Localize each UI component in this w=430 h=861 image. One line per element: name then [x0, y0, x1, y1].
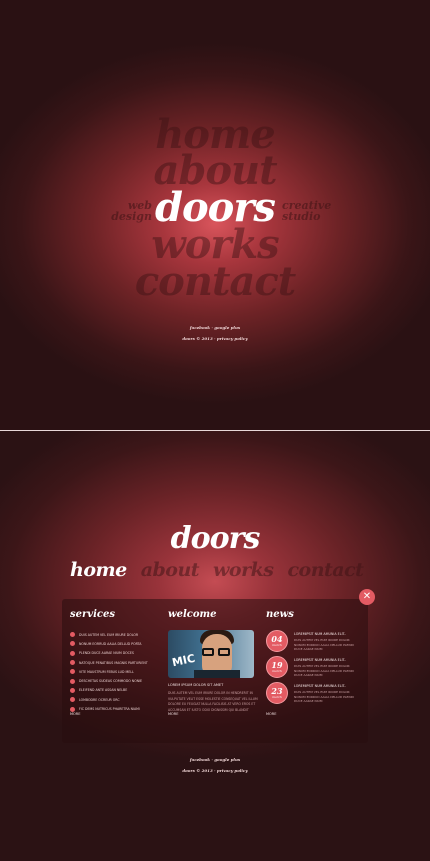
photo-caption: MIC [170, 651, 197, 670]
service-label: FIC DEMS NUTRICUS PHARETRA NIAMI [79, 707, 140, 712]
news-more-link[interactable]: MORE [266, 712, 276, 716]
date-badge: 19 march [266, 656, 288, 678]
service-item[interactable]: PLENDI DUCE AARAE NIUM DOCES [70, 649, 162, 658]
service-label: LOMBODRE OCREUR ORC [79, 697, 120, 702]
news-body: DUIS AUTEM VEL EUM IRIURE DOLOR NONUM EO… [294, 664, 354, 677]
welcome-photo[interactable]: MIC [168, 630, 254, 678]
nav-home[interactable]: home [70, 559, 127, 581]
service-item[interactable]: FIC DEMS NUTRICUS PHARETRA NIAMI [70, 704, 162, 713]
news-item[interactable]: 04 march LOREMIPSIT NUM AMUNIA ELIT.. DU… [266, 630, 362, 654]
bullet-icon [70, 687, 75, 693]
bottom-screen: doors home about works contact services … [0, 431, 430, 861]
news-text: LOREMIPSIT NUM AMUNIA ELIT.. DUIS AUTEM … [294, 630, 362, 654]
welcome-text: DUIS AUTEM VEL EUM IRIURE DOLOR IN HENDR… [168, 691, 258, 712]
service-item[interactable]: LOMBODRE OCREUR ORC [70, 695, 162, 704]
glasses-icon [202, 648, 214, 656]
service-label: ELEIFEND ANTE ASSAN NELBE [79, 688, 128, 693]
date-month: march [272, 669, 282, 673]
welcome-more-link[interactable]: MORE [168, 712, 178, 716]
nav-contact[interactable]: contact [287, 559, 364, 581]
bullet-icon [70, 697, 75, 703]
service-item[interactable]: VITE MAUSTRUM FEBUS LUD MELL [70, 667, 162, 676]
service-item[interactable]: ELEIFEND ANTE ASSAN NELBE [70, 686, 162, 695]
social-links-bottom[interactable]: facebook · google plus [0, 757, 430, 762]
services-list: DUIS AUTEM VEL EUM IRIURE DOLOR NONUM EO… [70, 630, 162, 714]
services-title: services [70, 609, 115, 620]
news-column: news 04 march LOREMIPSIT NUM AMUNIA ELIT… [266, 609, 362, 708]
bullet-icon [70, 641, 75, 647]
news-item[interactable]: 23 march LOREMIPSIT NUM AMUNIA ELIT.. DU… [266, 682, 362, 706]
news-headline: LOREMIPSIT NUM AMUNIA ELIT.. [294, 684, 347, 688]
nav-works[interactable]: works [213, 559, 274, 581]
news-item[interactable]: 19 march LOREMIPSIT NUM AMUNIA ELIT.. DU… [266, 656, 362, 680]
main-nav: home about works contact [70, 559, 364, 581]
side-caption-design: design [111, 210, 152, 223]
top-screen: home about doors works contact web desig… [0, 0, 430, 430]
bullet-icon [70, 660, 75, 666]
service-label: VITE MAUSTRUM FEBUS LUD MELL [79, 669, 134, 674]
side-caption-left: web design [108, 200, 152, 222]
service-item[interactable]: DUIS AUTEM VEL EUM IRIURE DOLOR [70, 630, 162, 639]
welcome-heading: LOREM IPSUM DOLOR SIT AMET [168, 683, 224, 687]
nav-about[interactable]: about [141, 559, 200, 581]
date-day: 19 [271, 660, 283, 670]
photo-shirt [194, 670, 240, 678]
date-month: march [272, 643, 282, 647]
service-label: DESCHETAS SUDEAS COMMODO NONIE [79, 679, 143, 684]
date-day: 23 [271, 686, 283, 696]
news-text: LOREMIPSIT NUM AMUNIA ELIT.. DUIS AUTEM … [294, 682, 362, 706]
bullet-icon [70, 706, 75, 712]
welcome-title: welcome [168, 609, 217, 620]
home-content-box: services DUIS AUTEM VEL EUM IRIURE DOLOR… [62, 599, 368, 743]
side-caption-right: creative studio [282, 200, 342, 222]
date-month: march [272, 695, 282, 699]
news-body: DUIS AUTEM VEL EUM IRIURE DOLOR NONUM EO… [294, 638, 354, 651]
news-body: DUIS AUTEM VEL EUM IRIURE DOLOR NONUM EO… [294, 690, 354, 703]
bullet-icon [70, 632, 75, 638]
news-text: LOREMIPSIT NUM AMUNIA ELIT.. DUIS AUTEM … [294, 656, 362, 680]
bullet-icon [70, 669, 75, 675]
date-day: 04 [271, 634, 283, 644]
news-headline: LOREMIPSIT NUM AMUNIA ELIT.. [294, 658, 347, 662]
bullet-icon [70, 678, 75, 684]
services-column: services DUIS AUTEM VEL EUM IRIURE DOLOR… [70, 609, 162, 714]
service-item[interactable]: NATOQUE PENATIBUS MAGNIS PARTURIENT [70, 658, 162, 667]
news-title: news [266, 609, 294, 620]
service-label: PLENDI DUCE AARAE NIUM DOCES [79, 651, 134, 656]
copyright-line-bottom: doors © 2013 · privacy policy [182, 768, 248, 773]
service-label: NATOQUE PENATIBUS MAGNIS PARTURIENT [79, 660, 148, 665]
service-label: NONUM EORRUD AALIA DELLUD PORTA [79, 641, 142, 646]
copyright-line: doors © 2013 · privacy policy [182, 336, 248, 341]
date-badge: 23 march [266, 682, 288, 704]
service-item[interactable]: NONUM EORRUD AALIA DELLUD PORTA [70, 639, 162, 648]
menu-item-contact[interactable]: contact [0, 262, 430, 302]
date-badge: 04 march [266, 630, 288, 652]
glasses-icon [218, 648, 230, 656]
logo[interactable]: doors [0, 521, 430, 556]
social-links[interactable]: facebook · google plus [0, 325, 430, 330]
news-headline: LOREMIPSIT NUM AMUNIA ELIT.. [294, 632, 347, 636]
side-caption-studio: studio [282, 210, 321, 223]
bullet-icon [70, 650, 75, 656]
welcome-column: welcome MIC LOREM IPSUM DOLOR SIT AMET D… [168, 609, 260, 713]
services-more-link[interactable]: MORE [70, 712, 80, 716]
service-item[interactable]: DESCHETAS SUDEAS COMMODO NONIE [70, 676, 162, 685]
service-label: DUIS AUTEM VEL EUM IRIURE DOLOR [79, 632, 139, 637]
close-icon[interactable]: ✕ [359, 589, 375, 605]
